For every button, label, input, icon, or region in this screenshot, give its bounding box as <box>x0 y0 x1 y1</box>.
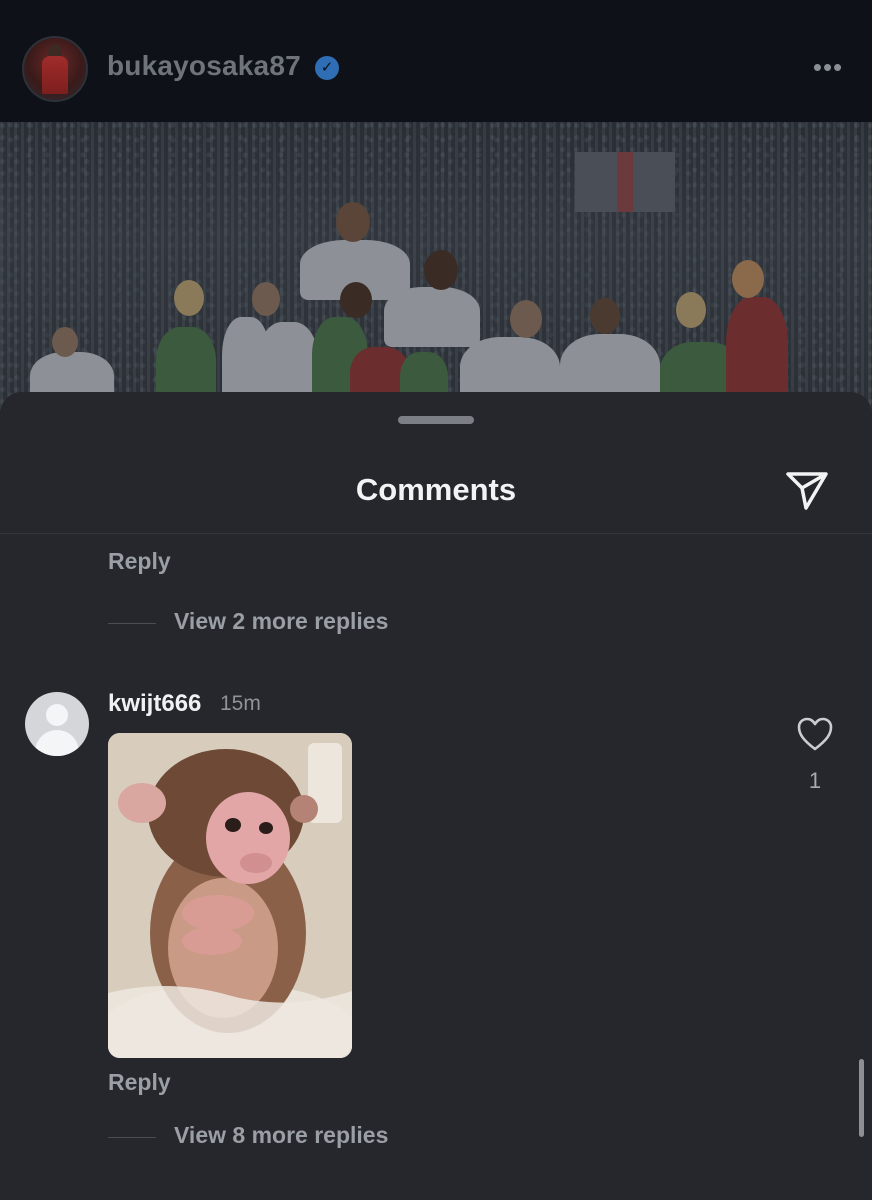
view-more-replies-label: View 2 more replies <box>174 608 389 634</box>
sheet-title: Comments <box>355 472 517 507</box>
player-head <box>510 300 542 338</box>
post-header: bukayosaka87 ✓ ••• <box>0 0 872 122</box>
avatar-placeholder-body <box>35 730 79 756</box>
comment-sticker-image[interactable] <box>108 733 352 1058</box>
comment-timestamp: 15m <box>220 692 261 715</box>
replies-line <box>108 623 156 624</box>
heart-icon[interactable] <box>796 716 834 752</box>
comment-username[interactable]: kwijt666 <box>108 690 201 718</box>
view-more-replies-label: View 8 more replies <box>174 1122 389 1148</box>
monkey-illustration <box>108 733 352 1058</box>
sheet-drag-handle[interactable] <box>398 416 474 424</box>
replies-line <box>108 1137 156 1138</box>
player-head <box>424 250 458 290</box>
player-head <box>336 202 370 242</box>
player-head <box>52 327 78 357</box>
player-head <box>732 260 764 298</box>
profile-avatar[interactable] <box>22 36 88 102</box>
comments-sheet: Comments Reply View 2 more replies kwijt… <box>0 392 872 1200</box>
more-dots-icon[interactable]: ••• <box>808 48 848 88</box>
player-head <box>676 292 706 328</box>
player-head <box>252 282 280 316</box>
reply-button[interactable]: Reply <box>108 1069 171 1096</box>
player-head <box>174 280 204 316</box>
avatar-placeholder-head <box>46 704 68 726</box>
sheet-divider <box>0 533 872 534</box>
reply-button[interactable]: Reply <box>108 548 171 575</box>
flag-decoration <box>575 152 675 212</box>
player-head <box>340 282 372 318</box>
player-figure <box>384 287 480 347</box>
avatar-shirt <box>42 56 68 94</box>
like-count: 1 <box>808 768 822 793</box>
send-icon[interactable] <box>784 466 830 512</box>
player-head <box>590 298 620 334</box>
post-username[interactable]: bukayosaka87 <box>107 50 301 82</box>
post-image <box>0 122 872 412</box>
comment-avatar[interactable] <box>25 692 89 756</box>
scrollbar[interactable] <box>859 1059 864 1137</box>
verified-badge-icon: ✓ <box>315 56 339 80</box>
